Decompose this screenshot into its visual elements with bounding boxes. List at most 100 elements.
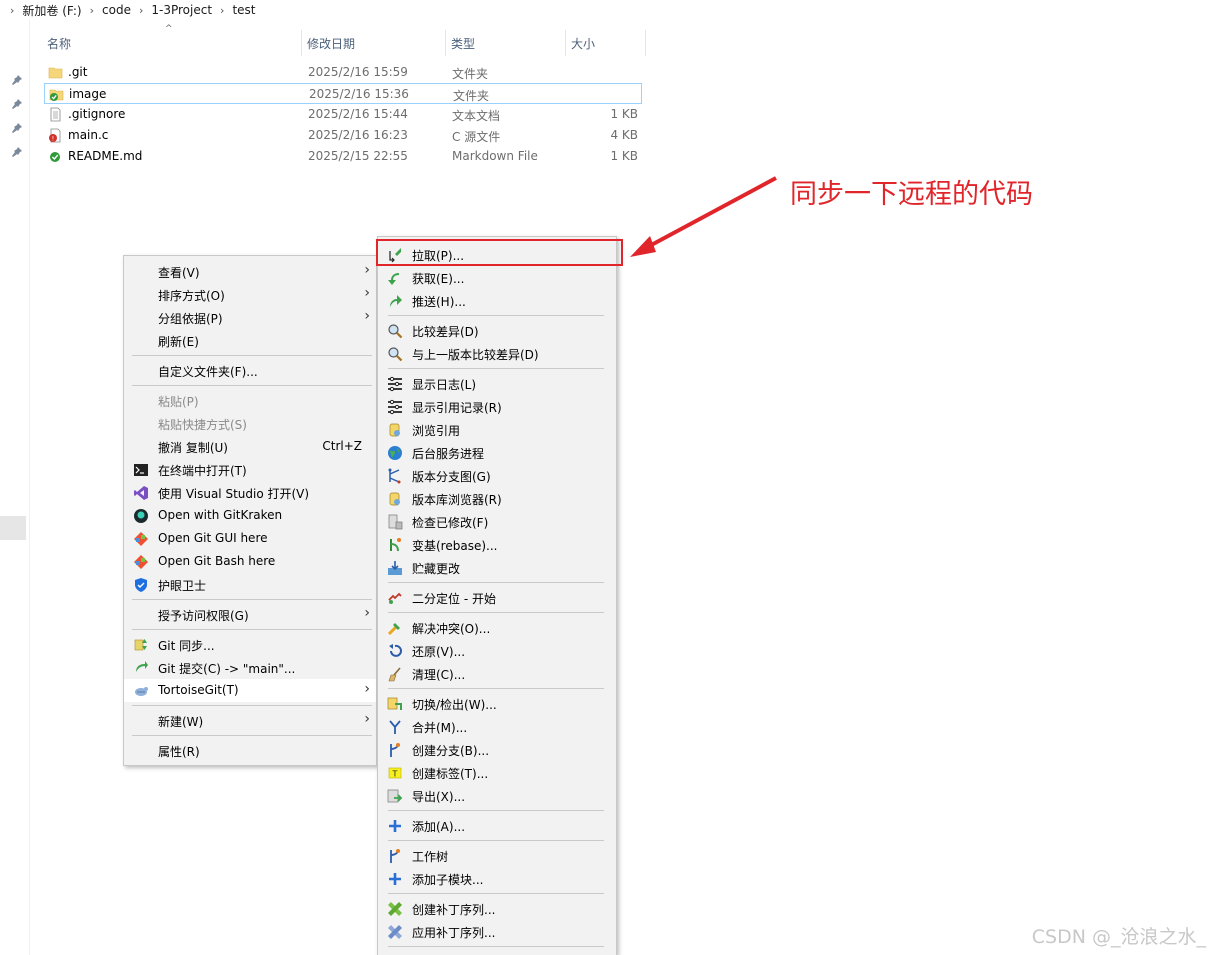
- menu-item-worktree[interactable]: 工作树: [378, 844, 616, 867]
- menu-item-check-modifications[interactable]: 检查已修改(F): [378, 510, 616, 533]
- menu-item-apply-patch[interactable]: 应用补丁序列...: [378, 920, 616, 943]
- menu-item-label: 还原(V)...: [412, 645, 466, 659]
- pin-icon[interactable]: [11, 98, 23, 110]
- menu-item-export[interactable]: 导出(X)...: [378, 784, 616, 807]
- menu-item-repo-browser[interactable]: 版本库浏览器(R): [378, 487, 616, 510]
- file-row[interactable]: ! main.c 2025/2/16 16:23 C 源文件 4 KB: [44, 125, 642, 146]
- file-name: README.md: [68, 149, 143, 163]
- revision-graph-icon: [387, 468, 403, 484]
- menu-separator: [388, 840, 604, 841]
- revert-icon: [387, 643, 403, 659]
- menu-item-diff[interactable]: 比较差异(D): [378, 319, 616, 342]
- menu-item-show-log[interactable]: 显示日志(L): [378, 372, 616, 395]
- menu-item-diff-previous[interactable]: 与上一版本比较差异(D): [378, 342, 616, 365]
- column-header-name[interactable]: 名称: [42, 30, 302, 56]
- column-header-date[interactable]: 修改日期: [302, 30, 446, 56]
- file-size: 1 KB: [610, 149, 638, 163]
- menu-item-open-terminal[interactable]: 在终端中打开(T): [124, 458, 376, 481]
- chevron-right-icon[interactable]: ›: [86, 4, 98, 17]
- menu-item-add-submodule[interactable]: 添加子模块...: [378, 867, 616, 890]
- menu-item-label: 工作树: [412, 850, 449, 864]
- menu-item-paste: 粘贴(P): [124, 389, 376, 412]
- menu-item-fetch[interactable]: 获取(E)...: [378, 266, 616, 289]
- menu-item-git-gui[interactable]: Open Git GUI here: [124, 527, 376, 550]
- file-row[interactable]: image 2025/2/16 15:36 文件夹: [44, 83, 642, 104]
- chevron-right-icon[interactable]: ›: [6, 4, 18, 17]
- menu-item-label: 合并(M)...: [412, 721, 468, 735]
- git-sync-icon: [133, 637, 149, 653]
- menu-item-label: 显示日志(L): [412, 378, 477, 392]
- menu-item-gitkraken[interactable]: Open with GitKraken: [124, 504, 376, 527]
- menu-item-add[interactable]: 添加(A)...: [378, 814, 616, 837]
- menu-item-revert[interactable]: 还原(V)...: [378, 639, 616, 662]
- menu-item-undo-copy[interactable]: 撤消 复制(U) Ctrl+Z: [124, 435, 376, 458]
- menu-item-cleanup[interactable]: 清理(C)...: [378, 662, 616, 685]
- menu-item-view[interactable]: 查看(V) ›: [124, 260, 376, 283]
- file-row[interactable]: .gitignore 2025/2/16 15:44 文本文档 1 KB: [44, 104, 642, 125]
- annotation-text: 同步一下远程的代码: [790, 179, 1033, 210]
- file-name: .gitignore: [68, 107, 126, 121]
- menu-item-refresh[interactable]: 刷新(E): [124, 329, 376, 352]
- menu-item-bisect-start[interactable]: 二分定位 - 开始: [378, 586, 616, 609]
- git-commit-icon: [133, 660, 149, 676]
- pin-icon[interactable]: [11, 122, 23, 134]
- menu-item-reflog[interactable]: 显示引用记录(R): [378, 395, 616, 418]
- menu-item-label: 创建标签(T)...: [412, 767, 489, 781]
- menu-item-new[interactable]: 新建(W) ›: [124, 709, 376, 732]
- menu-item-git-commit[interactable]: Git 提交(C) -> "main"...: [124, 656, 376, 679]
- menu-item-daemon[interactable]: 后台服务进程: [378, 441, 616, 464]
- column-header-type[interactable]: 类型: [446, 30, 566, 56]
- menu-item-label: Open Git GUI here: [158, 531, 268, 545]
- git-file-ok-icon: [48, 149, 63, 164]
- menu-item-resolve[interactable]: 解决冲突(O)...: [378, 616, 616, 639]
- menu-item-browse-refs[interactable]: 浏览引用: [378, 418, 616, 441]
- file-row[interactable]: .git 2025/2/16 15:59 文件夹: [44, 62, 642, 83]
- menu-item-label: 获取(E)...: [412, 272, 465, 286]
- pin-icon[interactable]: [11, 74, 23, 86]
- menu-item-label: 刷新(E): [158, 335, 199, 349]
- column-header-size[interactable]: 大小: [566, 30, 646, 56]
- menu-item-customize-folder[interactable]: 自定义文件夹(F)...: [124, 359, 376, 382]
- menu-item-git-bash[interactable]: Open Git Bash here: [124, 550, 376, 573]
- menu-item-switch[interactable]: 切换/检出(W)...: [378, 692, 616, 715]
- menu-item-label: 导出(X)...: [412, 790, 466, 804]
- menu-item-merge[interactable]: 合并(M)...: [378, 715, 616, 738]
- file-type: 文本文档: [452, 109, 501, 123]
- c-file-modified-icon: !: [48, 128, 63, 143]
- breadcrumb-drive[interactable]: 新加卷 (F:): [18, 2, 85, 19]
- menu-item-label: 查看(V): [158, 266, 200, 280]
- pin-icon[interactable]: [11, 146, 23, 158]
- scrollbar-thumb[interactable]: [0, 516, 26, 540]
- menu-item-tortoisegit[interactable]: TortoiseGit(T) ›: [124, 679, 376, 702]
- reflog-icon: [387, 399, 403, 415]
- menu-item-open-vs[interactable]: 使用 Visual Studio 打开(V): [124, 481, 376, 504]
- chevron-right-icon: ›: [364, 681, 370, 697]
- menu-item-label: Open Git Bash here: [158, 554, 276, 568]
- menu-item-sort[interactable]: 排序方式(O) ›: [124, 283, 376, 306]
- menu-item-git-sync[interactable]: Git 同步...: [124, 633, 376, 656]
- menu-item-label: 二分定位 - 开始: [412, 592, 496, 606]
- menu-item-eye-guard[interactable]: 护眼卫士: [124, 573, 376, 596]
- tortoisegit-submenu: 拉取(P)... 获取(E)... 推送(H)... 比较差异(D) 与上一版本…: [377, 236, 617, 955]
- breadcrumb-test[interactable]: test: [228, 3, 259, 17]
- menu-item-stash[interactable]: 贮藏更改: [378, 556, 616, 579]
- menu-item-create-branch[interactable]: 创建分支(B)...: [378, 738, 616, 761]
- menu-item-group[interactable]: 分组依据(P) ›: [124, 306, 376, 329]
- magnifier-icon: [387, 346, 403, 362]
- tag-icon: T: [387, 765, 403, 781]
- menu-item-revision-graph[interactable]: 版本分支图(G): [378, 464, 616, 487]
- menu-item-push[interactable]: 推送(H)...: [378, 289, 616, 312]
- menu-separator: [132, 599, 372, 600]
- menu-item-create-patch[interactable]: 创建补丁序列...: [378, 897, 616, 920]
- menu-item-create-tag[interactable]: T 创建标签(T)...: [378, 761, 616, 784]
- menu-item-label: 排序方式(O): [158, 289, 225, 303]
- chevron-right-icon[interactable]: ›: [216, 4, 228, 17]
- menu-item-grant-access[interactable]: 授予访问权限(G) ›: [124, 603, 376, 626]
- breadcrumb-code[interactable]: code: [98, 3, 135, 17]
- menu-item-rebase[interactable]: 变基(rebase)...: [378, 533, 616, 556]
- chevron-right-icon[interactable]: ›: [135, 4, 147, 17]
- menu-item-properties[interactable]: 属性(R): [124, 739, 376, 762]
- file-row[interactable]: README.md 2025/2/15 22:55 Markdown File …: [44, 146, 642, 167]
- menu-item-label: TortoiseGit(T): [158, 683, 239, 697]
- breadcrumb-project[interactable]: 1-3Project: [147, 3, 216, 17]
